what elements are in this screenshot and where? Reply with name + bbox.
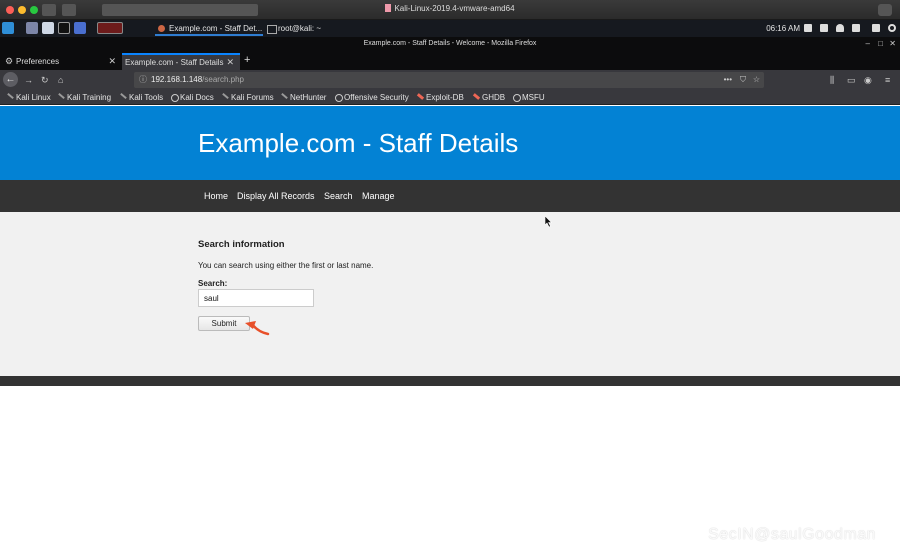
- tab-label: Preferences: [16, 57, 60, 66]
- panel-clock: 06:16 AM: [766, 24, 800, 33]
- info-icon[interactable]: ⓘ: [139, 74, 147, 86]
- forward-button[interactable]: →: [24, 73, 33, 87]
- folder-icon[interactable]: [42, 22, 54, 34]
- bookmark-offensive-security[interactable]: Offensive Security: [334, 90, 409, 105]
- bookmark-kali-linux[interactable]: Kali Linux: [6, 90, 51, 105]
- vm-title-text: Kali-Linux-2019.4-vmware-amd64: [394, 4, 515, 13]
- annotation-arrow-icon: [245, 321, 270, 336]
- tab-preferences[interactable]: ⚙ Preferences ✕: [0, 53, 122, 70]
- account-icon[interactable]: ◉: [864, 73, 872, 87]
- nav-manage-link[interactable]: Manage: [362, 180, 395, 212]
- bookmark-ghdb[interactable]: GHDB: [472, 90, 505, 105]
- battery-icon[interactable]: [852, 24, 860, 32]
- close-tab-icon[interactable]: ✕: [226, 55, 234, 70]
- main-content: Search information You can search using …: [0, 212, 900, 376]
- sidebar-icon[interactable]: ▭: [847, 73, 856, 87]
- browser-window-title: Example.com - Staff Details - Welcome - …: [0, 37, 900, 51]
- bookmark-star-icon[interactable]: ☆: [753, 74, 760, 86]
- bookmark-exploit-db[interactable]: Exploit-DB: [416, 90, 464, 105]
- taskbar-label: root@kali: ~: [278, 24, 322, 33]
- network-icon[interactable]: [820, 24, 828, 32]
- document-icon: [385, 4, 392, 12]
- vm-settings-button[interactable]: [878, 4, 892, 16]
- watermark: SecIN@saulGoodman: [708, 526, 876, 543]
- terminal-icon[interactable]: [58, 22, 70, 34]
- pocket-icon[interactable]: ⛉: [740, 74, 746, 86]
- minimize-icon[interactable]: –: [866, 37, 870, 51]
- bookmark-nethunter[interactable]: NetHunter: [280, 90, 326, 105]
- gear-icon: ⚙: [5, 56, 14, 66]
- site-nav: Home Display All Records Search Manage: [0, 180, 900, 212]
- desktop-panel: Example.com - Staff Det... root@kali: ~ …: [0, 20, 900, 37]
- bookmark-kali-training[interactable]: Kali Training: [57, 90, 111, 105]
- notification-bell-icon[interactable]: [836, 24, 844, 32]
- site-title: Example.com - Staff Details: [198, 128, 519, 158]
- nav-display-all-records-link[interactable]: Display All Records: [237, 180, 315, 212]
- section-heading: Search information: [198, 239, 285, 250]
- new-tab-button[interactable]: +: [244, 53, 250, 68]
- workspace-icon[interactable]: [26, 22, 38, 34]
- maximize-icon[interactable]: □: [878, 37, 883, 51]
- browser-title-text: Example.com - Staff Details - Welcome - …: [363, 40, 537, 47]
- taskbar-item-firefox[interactable]: Example.com - Staff Det...: [155, 21, 263, 36]
- bookmarks-toolbar: Kali Linux Kali Training Kali Tools Kali…: [0, 90, 900, 105]
- menu-icon[interactable]: ≡: [885, 73, 890, 87]
- vm-window-title: Kali-Linux-2019.4-vmware-amd64: [0, 4, 900, 13]
- taskbar-label: Example.com - Staff Det...: [169, 24, 263, 33]
- bookmark-msfu[interactable]: MSFU: [512, 90, 545, 105]
- bookmark-kali-forums[interactable]: Kali Forums: [221, 90, 274, 105]
- home-button[interactable]: ⌂: [58, 73, 63, 87]
- kali-menu-icon[interactable]: [2, 22, 14, 34]
- url-host: 192.168.1.148: [151, 75, 203, 84]
- search-input[interactable]: [198, 289, 314, 307]
- site-footer: [0, 376, 900, 386]
- navigation-toolbar: ← → ↻ ⌂ ⓘ 192.168.1.148/search.php ••• ⛉…: [0, 70, 900, 90]
- firefox-launcher-icon[interactable]: [97, 22, 123, 34]
- app-icon[interactable]: [74, 22, 86, 34]
- url-path: /search.php: [202, 75, 244, 84]
- library-icon[interactable]: ⫼: [830, 73, 834, 87]
- url-bar[interactable]: ⓘ 192.168.1.148/search.php ••• ⛉ ☆: [134, 72, 764, 88]
- site-header: Example.com - Staff Details: [0, 106, 900, 180]
- reload-button[interactable]: ↻: [41, 73, 49, 87]
- back-button[interactable]: ←: [3, 72, 18, 87]
- display-icon[interactable]: [804, 24, 812, 32]
- lock-icon[interactable]: [872, 24, 880, 32]
- tab-bar: ⚙ Preferences ✕ Example.com - Staff Deta…: [0, 51, 900, 70]
- nav-search-link[interactable]: Search: [324, 180, 353, 212]
- page-actions-icon[interactable]: •••: [724, 74, 732, 86]
- url-text[interactable]: 192.168.1.148/search.php: [151, 74, 244, 86]
- nav-home-link[interactable]: Home: [204, 180, 228, 212]
- close-tab-icon[interactable]: ✕: [108, 53, 116, 70]
- bookmark-kali-tools[interactable]: Kali Tools: [119, 90, 163, 105]
- tab-label: Example.com - Staff Details: [125, 58, 224, 67]
- mouse-cursor-icon: [545, 216, 553, 228]
- vm-title-bar: Kali-Linux-2019.4-vmware-amd64: [0, 0, 900, 20]
- close-icon[interactable]: ✕: [889, 37, 896, 51]
- tab-staff-details[interactable]: Example.com - Staff Details ✕: [122, 53, 240, 70]
- taskbar-item-terminal[interactable]: root@kali: ~: [266, 21, 356, 36]
- section-description: You can search using either the first or…: [198, 261, 374, 270]
- bookmark-kali-docs[interactable]: Kali Docs: [170, 90, 214, 105]
- power-icon[interactable]: [888, 24, 896, 32]
- search-label: Search:: [198, 279, 228, 288]
